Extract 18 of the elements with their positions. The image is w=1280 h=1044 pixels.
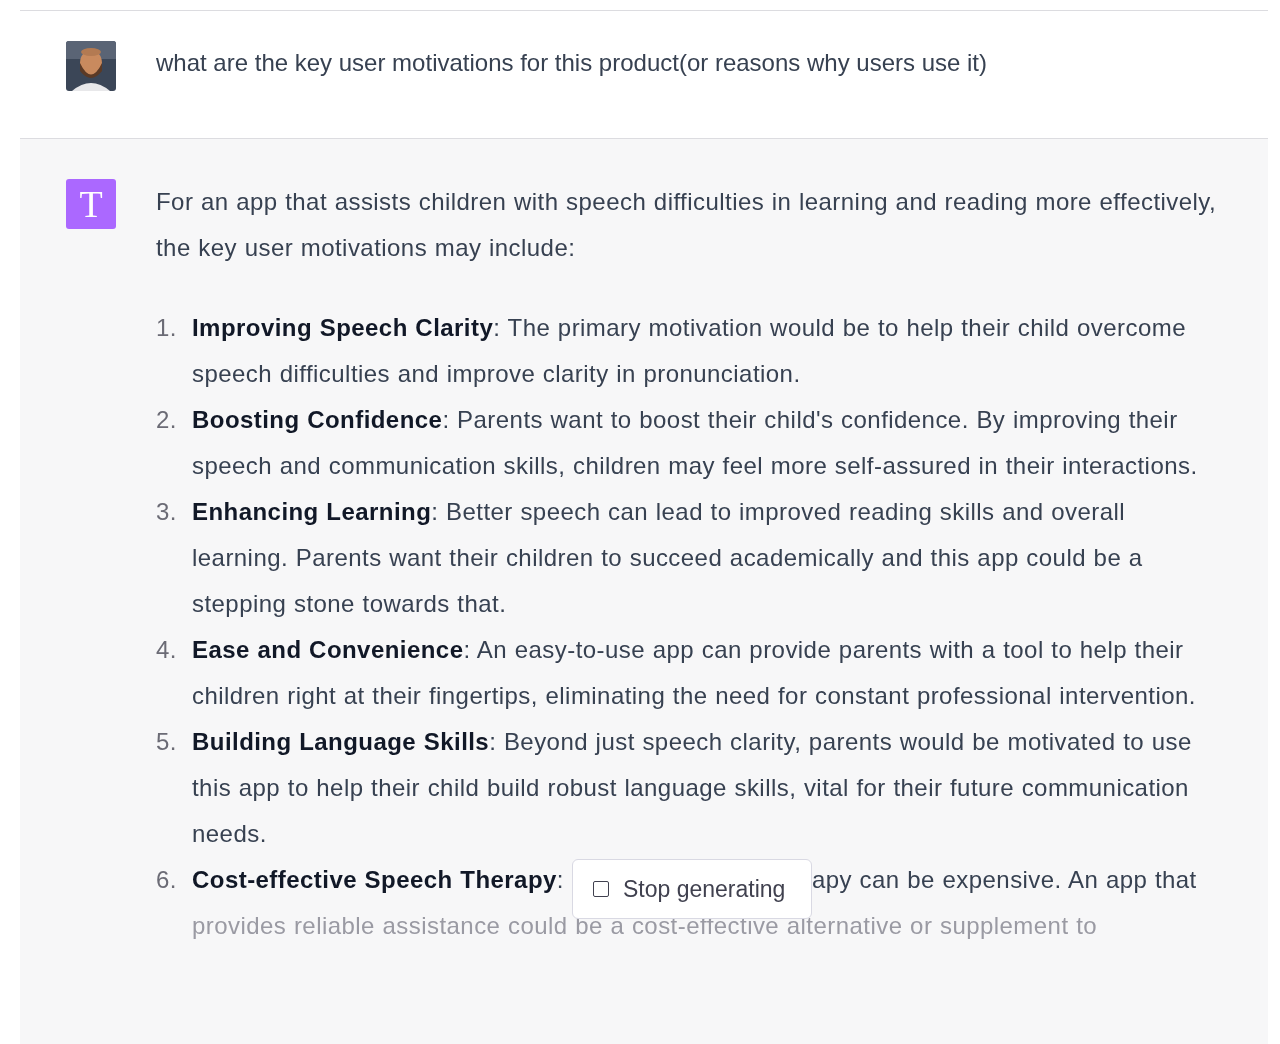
assistant-avatar: T [66, 179, 116, 229]
stop-generating-button[interactable]: Stop generating [571, 859, 812, 919]
list-number: 3. [156, 497, 178, 527]
list-item-text: Ease and Convenience: An easy-to-use app can provide parents with a tool to help their children right at their fingertips, eliminating the need for constant professional intervention. [192, 635, 1197, 711]
list-number: 4. [156, 635, 178, 665]
response-paragraph: For an app that assists children with speech difficulties in learning and reading more effectively, the key user motivations may include: [156, 187, 1218, 263]
list-number: 2. [156, 405, 178, 435]
stop-square-icon [592, 881, 609, 897]
list-item-text: Enhancing Learning: Better speech can lead to improved reading skills and overall learning. Parents want their children to succeed academically and this app could be a stepping stone towards that. [192, 497, 1144, 619]
list-item-text: apy can be expensive. An app that [811, 865, 1197, 895]
list-item-text: Boosting Confidence: Parents want to boost their child's confidence. By improving their speech and communication skills, children may feel more self-assured in their interactions. [192, 405, 1199, 481]
list-number: 1. [156, 313, 178, 343]
list-number: 5. [156, 727, 178, 757]
list-item-text: Improving Speech Clarity: The primary motivation would be to help their child overcome speech difficulties and improve clarity in pronunciation. [192, 313, 1187, 389]
list-item-heading: Cost-effective Speech Therapy: [192, 865, 564, 895]
user-message: what are the key user motivations for this product(or reasons why users use it) [156, 48, 988, 78]
list-number: 6. [156, 865, 178, 895]
list-item-text: Building Language Skills: Beyond just speech clarity, parents would be motivated to use this app to help their child build robust language skills, vital for their future communication needs. [192, 727, 1193, 849]
